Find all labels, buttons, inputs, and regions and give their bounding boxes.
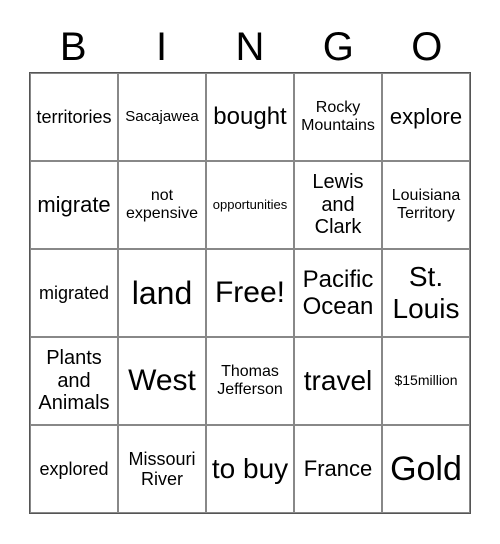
bingo-cell[interactable]: migrated [30, 249, 118, 337]
bingo-cell[interactable]: France [294, 425, 382, 513]
bingo-cell[interactable]: Sacajawea [118, 73, 206, 161]
bingo-cell[interactable]: bought [206, 73, 294, 161]
header-letter-o: O [411, 25, 443, 69]
bingo-cell[interactable]: $15million [382, 337, 470, 425]
bingo-cell[interactable]: explored [30, 425, 118, 513]
bingo-cell[interactable]: opportunities [206, 161, 294, 249]
bingo-cell[interactable]: Rocky Mountains [294, 73, 382, 161]
bingo-cell[interactable]: migrate [30, 161, 118, 249]
bingo-cell[interactable]: Plants and Animals [30, 337, 118, 425]
header-letter-g: G [322, 25, 354, 69]
bingo-cell[interactable]: Louisiana Territory [382, 161, 470, 249]
bingo-card: territories Sacajawea bought Rocky Mount… [29, 72, 471, 514]
bingo-cell[interactable]: to buy [206, 425, 294, 513]
bingo-cell[interactable]: not expensive [118, 161, 206, 249]
bingo-cell[interactable]: land [118, 249, 206, 337]
bingo-cell[interactable]: St. Louis [382, 249, 470, 337]
header-letter-i: I [156, 25, 168, 69]
bingo-cell[interactable]: West [118, 337, 206, 425]
bingo-cell[interactable]: explore [382, 73, 470, 161]
header-letter-b: B [59, 25, 87, 69]
bingo-cell[interactable]: Lewis and Clark [294, 161, 382, 249]
bingo-header: B I N G O [29, 22, 471, 72]
free-space[interactable]: Free! [206, 249, 294, 337]
bingo-cell[interactable]: travel [294, 337, 382, 425]
bingo-cell[interactable]: Missouri River [118, 425, 206, 513]
bingo-cell[interactable]: Thomas Jefferson [206, 337, 294, 425]
bingo-cell[interactable]: Pacific Ocean [294, 249, 382, 337]
header-letter-n: N [235, 25, 265, 69]
bingo-cell[interactable]: territories [30, 73, 118, 161]
bingo-cell[interactable]: Gold [382, 425, 470, 513]
